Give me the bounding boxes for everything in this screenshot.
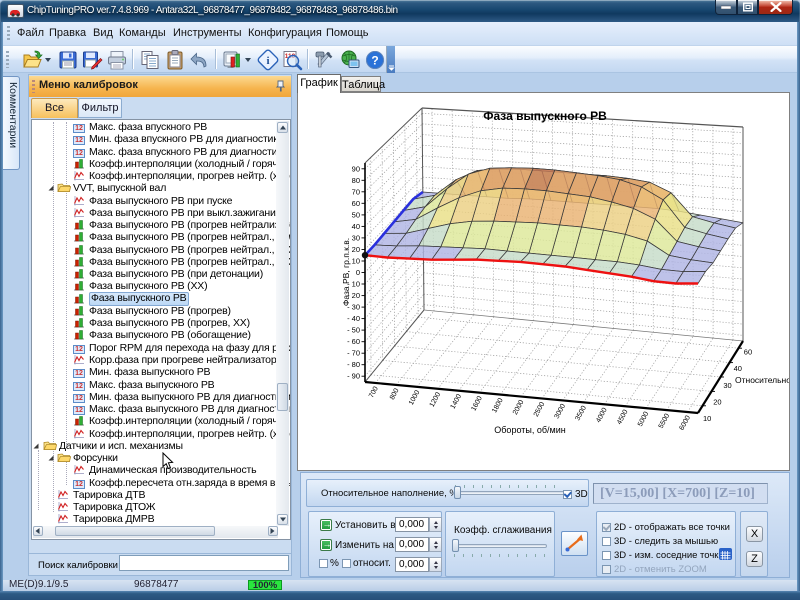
svg-text:?: ? <box>371 54 378 68</box>
svg-text:i: i <box>266 55 269 67</box>
